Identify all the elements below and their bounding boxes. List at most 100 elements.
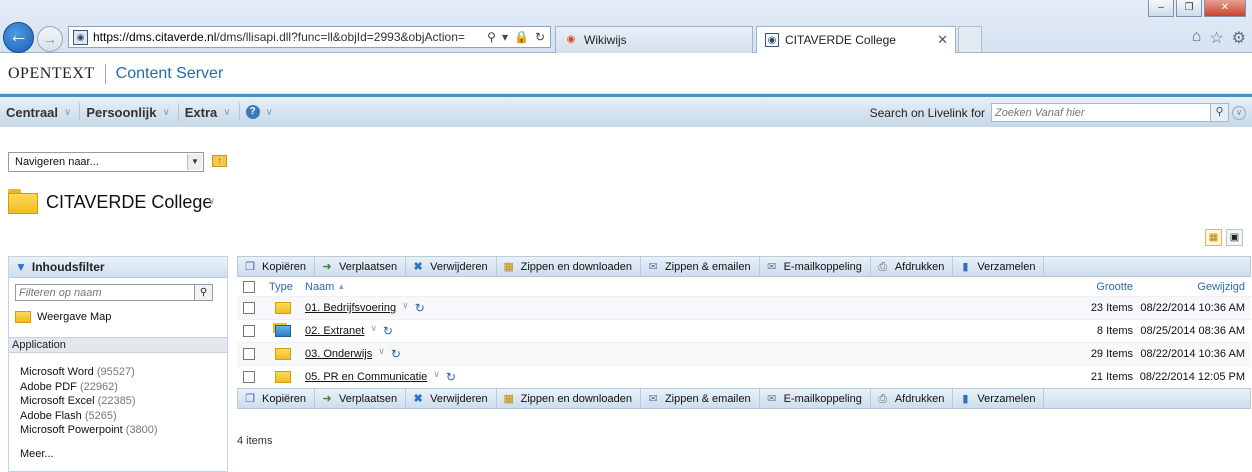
wikiwijs-favicon-icon: ◉ [566, 34, 576, 45]
tab-citaverde[interactable]: ◉ CITAVERDE College ✕ [756, 26, 956, 53]
home-icon[interactable]: ⌂ [1192, 28, 1202, 48]
copy-label: Kopiëren [262, 260, 307, 273]
application-filter-item[interactable]: Microsoft Word (95527) [20, 365, 227, 380]
collect-button[interactable]: ▮ Verzamelen [953, 257, 1045, 276]
refresh-icon[interactable]: ↻ [415, 301, 425, 315]
application-filter-item[interactable]: Microsoft Powerpoint (3800) [20, 423, 227, 438]
email-link-button[interactable]: ✉ E-mailkoppeling [760, 257, 871, 276]
copy-button[interactable]: ❐ Kopiëren [238, 389, 316, 408]
zip-download-button[interactable]: ▦ Zippen en downloaden [497, 389, 641, 408]
print-button[interactable]: ⎙ Afdrukken [871, 257, 954, 276]
row-checkbox[interactable] [243, 371, 255, 383]
dropdown-arrow-icon[interactable]: ▾ [502, 30, 508, 44]
item-menu-chevron-icon[interactable]: ∨ [433, 369, 440, 380]
restore-button[interactable]: ❐ [1176, 0, 1202, 17]
row-checkbox[interactable] [243, 325, 255, 337]
item-menu-chevron-icon[interactable]: ∨ [370, 323, 377, 334]
application-filter-item[interactable]: Adobe Flash (5265) [20, 409, 227, 424]
new-tab-button[interactable] [958, 26, 982, 52]
menu-help[interactable]: ? ∨ [240, 103, 281, 121]
refresh-icon[interactable]: ↻ [446, 370, 456, 384]
close-window-button[interactable]: ✕ [1204, 0, 1246, 17]
filter-by-name-input[interactable] [15, 284, 195, 301]
url-host: https://dms.citaverde.nl [93, 30, 217, 44]
email-link-button[interactable]: ✉ E-mailkoppeling [760, 389, 871, 408]
zip-icon: ▦ [503, 260, 514, 273]
move-button[interactable]: ➜ Verplaatsen [315, 257, 407, 276]
item-modified: 08/22/2014 10:36 AM [1140, 302, 1245, 314]
search-icon[interactable]: ⚲ [1211, 103, 1229, 122]
refresh-icon[interactable]: ↻ [383, 324, 393, 338]
refresh-icon[interactable]: ↻ [391, 347, 401, 361]
settings-gear-icon[interactable]: ⚙ [1232, 28, 1246, 48]
item-name-link[interactable]: 03. Onderwijs [305, 348, 372, 360]
favorites-star-icon[interactable]: ☆ [1209, 28, 1223, 48]
table-header: Type Naam ▲ Grootte Gewijzigd [237, 277, 1251, 296]
search-icon[interactable]: ⚲ [487, 30, 496, 44]
item-name-link[interactable]: 01. Bedrijfsvoering [305, 302, 396, 314]
copy-button[interactable]: ❐ Kopiëren [238, 257, 316, 276]
page-title: CITAVERDE College [46, 192, 213, 212]
citaverde-favicon-icon: ◉ [765, 33, 779, 47]
filter-search-icon[interactable]: ⚲ [195, 284, 213, 301]
column-name[interactable]: Naam ▲ [305, 281, 1043, 293]
opentext-logo[interactable]: OPENTEXT [8, 65, 95, 83]
collect-label: Verzamelen [977, 260, 1036, 273]
table-body: 01. Bedrijfsvoering ∨ ↻ 23 Items 08/22/201… [237, 296, 1251, 388]
application-count: (22385) [97, 395, 136, 407]
application-filter-item[interactable]: Microsoft Excel (22385) [20, 394, 227, 409]
column-modified[interactable]: Gewijzigd [1133, 281, 1251, 293]
menu-centraal[interactable]: Centraal ∨ [0, 103, 81, 121]
application-count: (3800) [125, 424, 158, 436]
move-icon: ➜ [322, 260, 332, 273]
move-label: Verplaatsen [339, 392, 398, 405]
column-type[interactable]: Type [269, 281, 305, 293]
item-menu-chevron-icon[interactable]: ∨ [402, 300, 409, 311]
navigate-select[interactable]: Navigeren naar... ▼ [8, 152, 204, 172]
detail-view-icon[interactable]: ▦ [1205, 229, 1222, 246]
minimize-button[interactable]: – [1148, 0, 1174, 17]
title-chevron-down-icon[interactable]: ∨ [208, 196, 215, 207]
item-size: 23 Items [1090, 302, 1133, 314]
search-options-chevron-icon[interactable]: ∨ [1232, 105, 1246, 120]
folder-icon [275, 348, 291, 360]
refresh-icon[interactable]: ↻ [535, 30, 545, 44]
delete-button[interactable]: ✖ Verwijderen [406, 257, 497, 276]
select-all-checkbox[interactable] [243, 280, 255, 293]
move-button[interactable]: ➜ Verplaatsen [315, 389, 407, 408]
menu-persoonlijk[interactable]: Persoonlijk ∨ [80, 103, 179, 121]
lock-icon[interactable]: 🔒 [514, 30, 529, 44]
print-button[interactable]: ⎙ Afdrukken [871, 389, 954, 408]
search-input[interactable] [991, 103, 1211, 122]
close-tab-icon[interactable]: ✕ [937, 32, 948, 48]
item-name-link[interactable]: 05. PR en Communicatie [305, 371, 427, 383]
large-icon-view-icon[interactable]: ▣ [1226, 229, 1243, 246]
view-map-link[interactable]: Weergave Map [9, 301, 227, 323]
column-size[interactable]: Grootte [1043, 281, 1133, 293]
browse-view: ❐ Kopiëren ➜ Verplaatsen ✖ Verwijderen ▦ Zip… [237, 256, 1251, 409]
back-button[interactable]: ← [3, 22, 34, 53]
application-count: (95527) [96, 366, 135, 378]
address-text[interactable]: https://dms.citaverde.nl/dms/llisapi.dll… [93, 30, 482, 44]
delete-button[interactable]: ✖ Verwijderen [406, 389, 497, 408]
address-bar[interactable]: ◉ https://dms.citaverde.nl/dms/llisapi.d… [68, 26, 551, 48]
item-name-link[interactable]: 02. Extranet [305, 325, 364, 337]
zip-email-button[interactable]: ✉ Zippen & emailen [641, 257, 760, 276]
application-filter-item[interactable]: Adobe PDF (22962) [20, 380, 227, 395]
collect-button[interactable]: ▮ Verzamelen [953, 389, 1045, 408]
copy-icon: ❐ [245, 260, 255, 273]
zip-download-button[interactable]: ▦ Zippen en downloaden [497, 257, 641, 276]
row-checkbox[interactable] [243, 302, 255, 314]
forward-button[interactable]: → [37, 26, 63, 52]
funnel-icon: ▼ [15, 260, 27, 274]
tab-wikiwijs[interactable]: ◉ Wikiwijs [555, 26, 753, 53]
item-menu-chevron-icon[interactable]: ∨ [378, 346, 385, 357]
parent-folder-icon[interactable]: ↑ [212, 155, 227, 167]
product-name[interactable]: Content Server [116, 65, 224, 83]
items-count: 4 items [237, 435, 273, 447]
row-checkbox[interactable] [243, 348, 255, 360]
action-toolbar-top: ❐ Kopiëren ➜ Verplaatsen ✖ Verwijderen ▦ Zip… [237, 256, 1251, 277]
more-link[interactable]: Meer... [9, 448, 227, 460]
menu-extra[interactable]: Extra ∨ [179, 103, 240, 121]
zip-email-button[interactable]: ✉ Zippen & emailen [641, 389, 760, 408]
